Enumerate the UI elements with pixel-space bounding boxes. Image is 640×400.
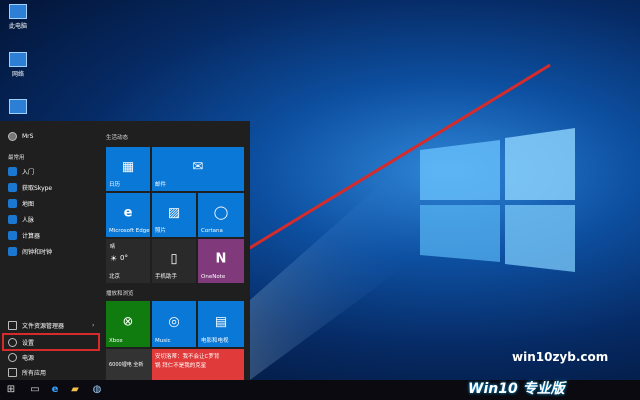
chevron-right-icon: › (92, 321, 95, 329)
calculator-icon (8, 230, 17, 240)
map-icon (8, 198, 17, 208)
onenote-icon: N (215, 251, 227, 267)
start-item-skype[interactable]: 获取Skype (8, 180, 52, 194)
people-icon (8, 214, 17, 224)
clock-icon (8, 246, 17, 256)
desktop-icon-network[interactable]: 网络 (2, 52, 34, 78)
life-section-title: 生活动态 (106, 135, 129, 141)
tile-calendar[interactable]: ▦ 日历 (106, 147, 150, 191)
start-item-power[interactable]: 电源 (8, 350, 34, 364)
most-used-title: 最常用 (8, 155, 25, 161)
desktop-icon-this-pc[interactable]: 此电脑 (2, 4, 34, 30)
tile-phone-companion[interactable]: ▯ 手机助手 (152, 239, 196, 283)
film-icon: ▤ (214, 314, 228, 330)
watermark-site: win10zyb.com (512, 350, 609, 364)
tile-photos[interactable]: ▨ 照片 (152, 193, 196, 237)
start-left-column: MrS 最常用 入门 获取Skype 地图 人脉 计算器 闹钟和时钟 文件资源管… (0, 121, 100, 380)
edge-icon: e (123, 205, 133, 221)
phone-icon: ▯ (170, 251, 178, 267)
all-apps-icon (8, 367, 17, 377)
user-account[interactable]: MrS (8, 129, 33, 143)
computer-icon (9, 4, 27, 19)
music-icon: ◎ (168, 314, 180, 330)
browser-taskbar-icon[interactable]: ◍ (90, 383, 104, 397)
folder-icon (8, 320, 17, 330)
start-item-calculator[interactable]: 计算器 (8, 228, 40, 242)
control-panel-icon (9, 99, 27, 114)
user-avatar-icon (8, 131, 17, 141)
watermark-logo: Win10 专业版 (468, 381, 565, 397)
calendar-icon: ▦ (121, 159, 135, 175)
network-icon (9, 52, 27, 67)
task-view-icon[interactable]: ▭ (28, 383, 42, 397)
photo-icon: ▨ (167, 205, 181, 221)
play-section-title: 播放和浏览 (106, 291, 134, 297)
folder-taskbar-icon[interactable]: ▰ (68, 383, 82, 397)
tile-movies[interactable]: ▤ 电影和电视 (198, 301, 244, 347)
edge-taskbar-icon[interactable]: e (48, 383, 62, 397)
power-icon (8, 352, 17, 362)
tile-weather[interactable]: 晴 ☀ 0° 北京 (106, 239, 150, 283)
start-menu: MrS 最常用 入门 获取Skype 地图 人脉 计算器 闹钟和时钟 文件资源管… (0, 121, 250, 380)
start-item-maps[interactable]: 地图 (8, 196, 34, 210)
tile-onenote[interactable]: N OneNote (198, 239, 244, 283)
xbox-icon: ⊗ (122, 314, 134, 330)
tile-music[interactable]: ◎ Music (152, 301, 196, 347)
start-item-get-started[interactable]: 入门 (8, 164, 34, 178)
lightbulb-icon (8, 166, 17, 176)
settings-highlight-box (2, 333, 100, 351)
tile-xbox[interactable]: ⊗ Xbox (106, 301, 150, 347)
desktop-icon-control[interactable] (2, 99, 34, 116)
start-item-alarms[interactable]: 闹钟和时钟 (8, 244, 52, 258)
start-item-all-apps[interactable]: 所有应用 (8, 365, 46, 379)
tile-edge[interactable]: e Microsoft Edge (106, 193, 150, 237)
tile-mail[interactable]: ✉ 邮件 (152, 147, 244, 191)
start-item-file-explorer[interactable]: 文件资源管理器 › (8, 318, 94, 332)
tile-news[interactable]: 安切洛蒂：我不会让C罗背 锅 拜仁不是我的克星 (152, 349, 244, 380)
start-button[interactable]: ⊞ (4, 383, 18, 397)
cortana-icon: ◯ (213, 205, 229, 221)
tile-news-image[interactable]: 6000锂电 全新 (106, 349, 152, 380)
sun-icon: ☀ (110, 254, 118, 263)
tile-cortana[interactable]: ◯ Cortana (198, 193, 244, 237)
start-item-people[interactable]: 人脉 (8, 212, 34, 226)
skype-icon (8, 182, 17, 192)
mail-icon: ✉ (192, 159, 204, 175)
